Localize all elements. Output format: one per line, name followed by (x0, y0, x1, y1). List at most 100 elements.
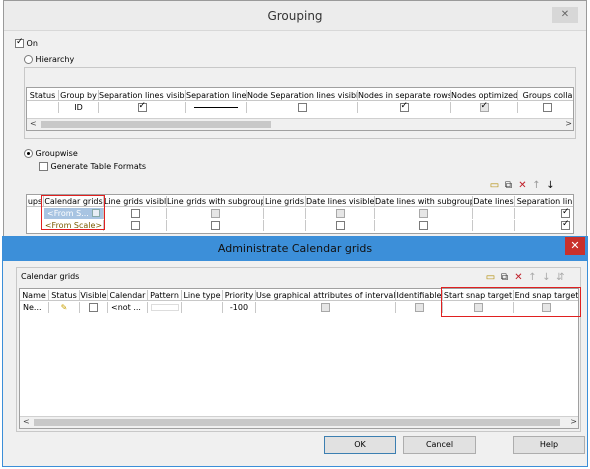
scroll-right-icon[interactable]: > (570, 417, 577, 426)
separation-lines-visible-cell[interactable] (99, 102, 186, 113)
use-graphical-attributes-cell[interactable] (256, 302, 396, 313)
column-header[interactable]: Identifiable (396, 290, 443, 301)
hierarchy-radio-row[interactable]: Hierarchy (24, 55, 74, 64)
delete-icon[interactable]: ✕ (517, 180, 528, 191)
column-header[interactable]: ups (27, 196, 44, 207)
priority-cell[interactable]: -100 (223, 302, 256, 313)
date-lines-with-subgroups-cell[interactable] (375, 220, 473, 231)
column-header[interactable]: End snap target (514, 290, 578, 301)
add-row-icon[interactable]: ▭ (489, 180, 500, 191)
on-checkbox-row[interactable]: On (15, 37, 38, 48)
column-header[interactable]: Status (27, 90, 59, 101)
separation-line-checkbox[interactable] (561, 220, 570, 230)
split-icon[interactable]: ⇵ (555, 272, 566, 283)
date-lines-visible-cell[interactable] (306, 208, 375, 219)
column-header[interactable]: Pattern (148, 290, 182, 301)
groups-collapsed-checkbox[interactable] (543, 103, 552, 112)
generate-table-formats-row[interactable]: Generate Table Formats (39, 162, 146, 171)
line-grids-visible-checkbox[interactable] (130, 209, 140, 218)
column-header[interactable]: Nodes optimized (451, 90, 518, 101)
copy-icon[interactable]: ⧉ (503, 180, 514, 191)
column-header[interactable]: Group by (59, 90, 99, 101)
column-header[interactable]: Nodes in separate rows (358, 90, 451, 101)
identifiable-checkbox[interactable] (414, 303, 424, 312)
column-header[interactable]: Date lines (473, 196, 515, 207)
column-header[interactable]: Date lines visible (306, 196, 375, 207)
copy-icon[interactable]: ⧉ (499, 272, 510, 283)
hierarchy-hscrollbar[interactable]: < > (27, 118, 573, 130)
separation-lines-visible-checkbox[interactable] (137, 102, 147, 112)
column-header[interactable]: Groups colla (518, 90, 573, 101)
column-header[interactable]: Use graphical attributes of intervals (256, 290, 396, 301)
column-header[interactable]: Start snap target (443, 290, 514, 301)
date-lines-with-subgroups-cell[interactable] (375, 208, 473, 219)
column-header[interactable]: Separation line (186, 90, 247, 101)
move-down-icon[interactable]: ↓ (545, 180, 556, 191)
column-header[interactable]: Node Separation lines visible (247, 90, 358, 101)
add-row-icon[interactable]: ▭ (485, 272, 496, 283)
admin-hscrollbar[interactable]: < > (20, 416, 578, 428)
admin-close-button[interactable]: ✕ (565, 237, 585, 255)
line-grids-visible-checkbox[interactable] (130, 221, 140, 230)
line-grids-with-subgroups-checkbox[interactable] (210, 221, 220, 230)
line-grids-visible-cell[interactable] (104, 220, 167, 231)
table-row[interactable]: ID (27, 102, 573, 113)
calendar-grid-cell[interactable]: <From Scale> (44, 220, 104, 231)
use-graphical-attributes-checkbox[interactable] (321, 303, 330, 312)
pattern-cell[interactable] (148, 302, 182, 313)
column-header[interactable]: Calendar grids (44, 196, 104, 207)
groupwise-radio[interactable] (24, 149, 33, 158)
line-grids-visible-cell[interactable] (104, 208, 167, 219)
table-row[interactable]: <From Scale> (27, 220, 573, 231)
calendar-cell[interactable]: <not ... (108, 302, 148, 313)
identifiable-cell[interactable] (396, 302, 443, 313)
table-row[interactable]: <From S... (27, 208, 573, 219)
column-header[interactable]: Status (49, 290, 80, 301)
visible-checkbox[interactable] (89, 303, 98, 312)
nodes-in-separate-rows-cell[interactable] (358, 102, 451, 113)
scroll-right-icon[interactable]: > (565, 119, 572, 128)
end-snap-target-checkbox[interactable] (542, 303, 551, 312)
dropdown-button[interactable] (92, 209, 100, 217)
table-row[interactable]: Ne... ✎ <not ... -100 (20, 302, 578, 313)
group-by-cell[interactable]: ID (59, 102, 99, 113)
date-lines-visible-checkbox[interactable] (335, 209, 345, 218)
column-header[interactable]: Line grids visible (104, 196, 167, 207)
cancel-button[interactable]: Cancel (403, 436, 476, 454)
nodes-optimized-cell[interactable] (451, 102, 518, 113)
line-grids-with-subgroups-cell[interactable] (167, 208, 264, 219)
separation-line-cell[interactable] (186, 102, 247, 113)
column-header[interactable]: Name (20, 290, 49, 301)
column-header[interactable]: Calendar (108, 290, 148, 301)
help-button[interactable]: Help (513, 436, 585, 454)
date-lines-visible-cell[interactable] (306, 220, 375, 231)
node-separation-lines-visible-checkbox[interactable] (297, 103, 307, 112)
generate-table-formats-checkbox[interactable] (39, 162, 48, 171)
date-lines-visible-checkbox[interactable] (335, 221, 345, 230)
line-grids-with-subgroups-checkbox[interactable] (210, 209, 220, 218)
move-down-icon[interactable]: ↓ (541, 272, 552, 283)
scroll-thumb[interactable] (41, 121, 271, 128)
start-snap-target-checkbox[interactable] (473, 303, 483, 312)
separation-line-checkbox[interactable] (561, 208, 570, 218)
delete-icon[interactable]: ✕ (513, 272, 524, 283)
column-header[interactable]: Line type (182, 290, 223, 301)
line-type-cell[interactable] (182, 302, 223, 313)
nodes-in-separate-rows-checkbox[interactable] (399, 102, 409, 112)
date-lines-with-subgroups-checkbox[interactable] (419, 221, 428, 230)
column-header[interactable]: Separation lines visible (99, 90, 186, 101)
separation-line-cell[interactable] (515, 220, 573, 231)
scroll-thumb[interactable] (34, 419, 560, 426)
column-header[interactable]: Visible (80, 290, 108, 301)
groupwise-radio-row[interactable]: Groupwise (24, 149, 78, 158)
start-snap-target-cell[interactable] (443, 302, 514, 313)
on-checkbox[interactable] (15, 37, 24, 48)
grouping-close-button[interactable]: ✕ (552, 7, 578, 23)
node-separation-lines-visible-cell[interactable] (247, 102, 358, 113)
column-header[interactable]: Date lines with subgroups (375, 196, 473, 207)
end-snap-target-cell[interactable] (514, 302, 578, 313)
scroll-left-icon[interactable]: < (30, 119, 37, 128)
hierarchy-radio[interactable] (24, 55, 33, 64)
scroll-left-icon[interactable]: < (23, 417, 30, 426)
calendar-grid-cell-selected[interactable]: <From S... (44, 208, 104, 219)
